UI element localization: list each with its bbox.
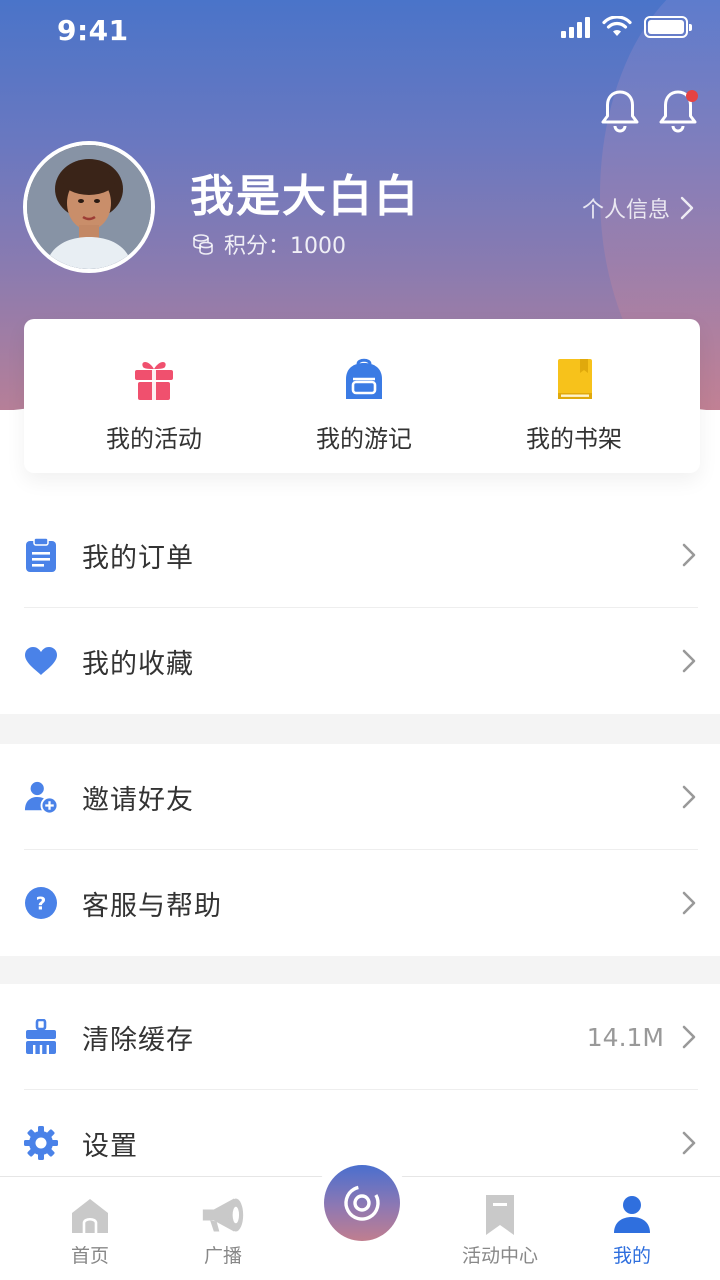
menu-item-invite[interactable]: 邀请好友: [0, 744, 720, 850]
tab-home[interactable]: 首页: [30, 1177, 150, 1280]
bookmark-icon: [486, 1195, 514, 1235]
personal-info-link[interactable]: 个人信息: [582, 192, 694, 224]
backpack-icon: [346, 358, 382, 399]
menu-item-label: 客服与帮助: [82, 890, 222, 922]
chevron-right-icon: [682, 649, 696, 673]
gift-icon: [135, 362, 173, 400]
menu-item-clear-cache[interactable]: 清除缓存 14.1M: [0, 984, 720, 1090]
bell-icon[interactable]: [598, 88, 642, 134]
username: 我是大白白: [190, 171, 420, 222]
tab-label: 我的: [612, 1245, 651, 1267]
menu-item-favorites[interactable]: 我的收藏: [0, 608, 720, 714]
section-gap: [0, 956, 720, 986]
points-value: 1000: [290, 234, 347, 259]
coins-icon: [193, 234, 213, 255]
tab-label: 活动中心: [461, 1245, 538, 1267]
menu-group-2: 邀请好友 ? 客服与帮助: [0, 744, 720, 956]
menu-item-label: 邀请好友: [82, 784, 194, 816]
quick-actions-card: 我的活动 我的游记 我的书架: [24, 319, 700, 473]
menu-item-help[interactable]: ? 客服与帮助: [0, 850, 720, 956]
user-icon: [614, 1196, 650, 1233]
menu-item-label: 我的收藏: [82, 648, 194, 680]
status-icons: [561, 16, 692, 38]
chevron-right-icon: [682, 1025, 696, 1049]
signal-icon: [561, 16, 590, 38]
quick-action-bookshelf[interactable]: 我的书架: [496, 319, 652, 473]
points-label: 积分：: [224, 234, 291, 259]
home-icon: [72, 1199, 108, 1233]
clipboard-icon: [24, 537, 58, 572]
help-icon: ?: [24, 886, 58, 920]
wifi-icon: [602, 16, 632, 36]
avatar[interactable]: [23, 141, 155, 273]
chevron-right-icon: [682, 891, 696, 915]
chevron-right-icon: [680, 196, 694, 220]
center-action-button[interactable]: [314, 1155, 410, 1251]
add-user-icon: [24, 780, 58, 815]
camera-lens-icon: [344, 1185, 380, 1221]
section-gap: [0, 714, 720, 744]
tab-bar: 首页 广播 活动中心 我的: [0, 1155, 720, 1280]
tab-label: 首页: [70, 1245, 109, 1267]
status-time: 9:41: [57, 14, 129, 47]
menu-group-1: 我的订单 我的收藏: [0, 502, 720, 714]
quick-action-label: 我的书架: [526, 425, 622, 453]
battery-icon: [644, 16, 692, 38]
cache-size: 14.1M: [586, 1022, 664, 1052]
gear-icon: [24, 1126, 58, 1160]
tab-mine[interactable]: 我的: [572, 1177, 692, 1280]
tab-activity-center[interactable]: 活动中心: [440, 1177, 560, 1280]
quick-action-label: 我的活动: [106, 425, 202, 453]
svg-text:?: ?: [36, 894, 46, 915]
notification-bell-icon[interactable]: [656, 88, 700, 134]
menu-item-label: 设置: [82, 1130, 138, 1162]
chevron-right-icon: [682, 543, 696, 567]
book-icon: [558, 359, 592, 399]
quick-action-label: 我的游记: [316, 425, 412, 453]
tab-label: 广播: [203, 1245, 242, 1267]
menu-item-label: 清除缓存: [82, 1024, 194, 1056]
tab-broadcast[interactable]: 广播: [163, 1177, 283, 1280]
notification-dot: [686, 90, 698, 102]
quick-action-travelogue[interactable]: 我的游记: [286, 319, 442, 473]
heart-icon: [24, 644, 58, 678]
chevron-right-icon: [682, 1131, 696, 1155]
points-row: 积分：1000: [192, 228, 346, 260]
chevron-right-icon: [682, 785, 696, 809]
menu-item-orders[interactable]: 我的订单: [0, 502, 720, 608]
menu-item-label: 我的订单: [82, 542, 194, 574]
broom-icon: [24, 1019, 58, 1054]
megaphone-icon: [202, 1198, 244, 1232]
quick-action-activities[interactable]: 我的活动: [76, 319, 232, 473]
personal-info-label: 个人信息: [581, 198, 670, 223]
